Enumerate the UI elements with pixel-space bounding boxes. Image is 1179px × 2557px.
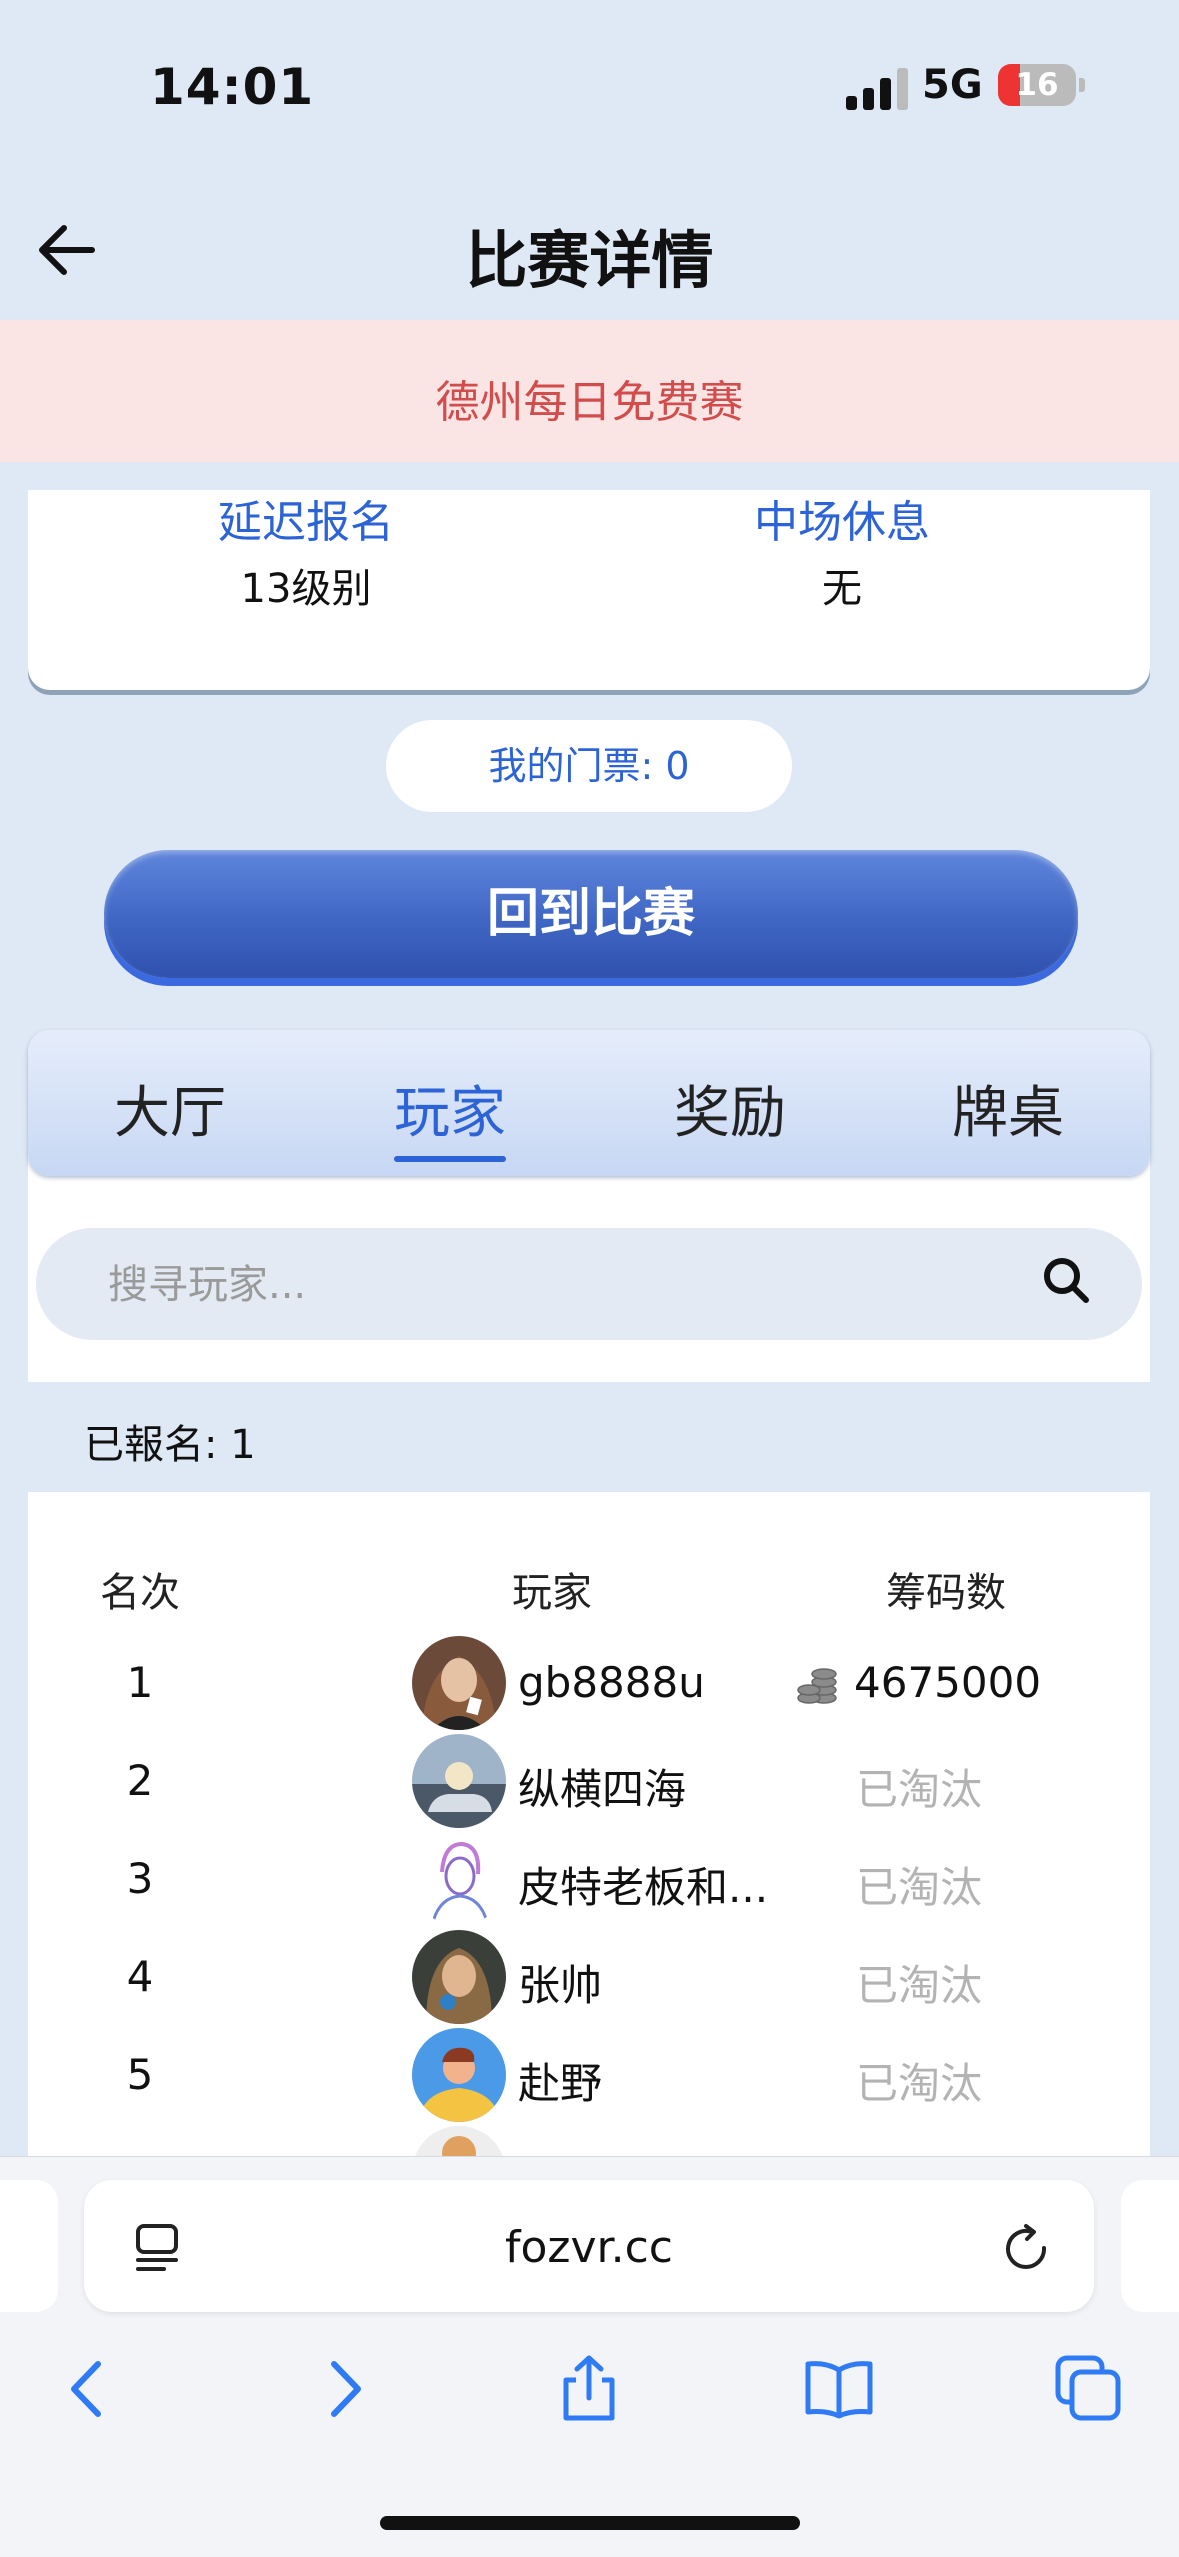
eliminated-status: 已淘汰 [856, 1961, 983, 2010]
chip-stack-icon [797, 1668, 837, 1704]
tab-rewards[interactable]: 奖励 [610, 1068, 850, 1149]
signal-icon [846, 66, 908, 110]
row-rank: 2 [126, 1756, 154, 1805]
break-label: 中场休息 [754, 497, 930, 548]
bookmarks-icon[interactable] [804, 2354, 874, 2424]
active-tab-indicator [394, 1156, 506, 1162]
player-name: 张帅 [518, 1961, 603, 2010]
tabs-icon[interactable] [1054, 2354, 1124, 2424]
table-row[interactable]: 3 皮特老板和... 已淘汰 [0, 1832, 1179, 1928]
battery-icon: 16 [998, 64, 1076, 106]
player-avatar [412, 1734, 506, 1828]
table-row[interactable]: 2 纵横四海 已淘汰 [0, 1734, 1179, 1830]
player-name: 皮特老板和... [518, 1863, 769, 1912]
table-row[interactable]: 4 张帅 已淘汰 [0, 1930, 1179, 2026]
share-icon[interactable] [554, 2354, 624, 2424]
late-registration-label: 延迟报名 [218, 497, 394, 548]
browser-forward-icon[interactable] [308, 2354, 378, 2424]
table-row[interactable]: 5 赴野 已淘汰 [0, 2028, 1179, 2124]
battery-cap [1079, 78, 1085, 92]
table-row[interactable]: 1 gb8888u 4675000 [0, 1636, 1179, 1732]
row-rank: 4 [126, 1952, 154, 2001]
eliminated-status: 已淘汰 [856, 1863, 983, 1912]
column-header-player: 玩家 [512, 1570, 592, 1616]
break-value: 无 [822, 566, 862, 612]
search-icon[interactable] [1040, 1254, 1092, 1306]
player-name: gb8888u [518, 1658, 705, 1707]
tab-tables[interactable]: 牌桌 [888, 1068, 1128, 1149]
status-time: 14:01 [150, 58, 315, 116]
player-name: 纵横四海 [518, 1765, 687, 1814]
player-avatar [412, 2028, 506, 2122]
url-text: fozvr.cc [505, 2222, 673, 2273]
page-title: 比赛详情 [465, 224, 714, 297]
eliminated-status: 已淘汰 [856, 1765, 983, 1814]
search-input[interactable] [106, 1228, 1010, 1342]
previous-tab-card[interactable] [0, 2180, 58, 2312]
eliminated-status: 已淘汰 [856, 2059, 983, 2108]
reload-icon[interactable] [1000, 2222, 1056, 2278]
tab-players[interactable]: 玩家 [330, 1068, 570, 1149]
row-rank: 3 [126, 1854, 154, 1903]
column-header-rank: 名次 [100, 1570, 180, 1616]
chip-count: 4675000 [854, 1658, 1042, 1707]
registered-count: 已報名: 1 [84, 1422, 256, 1468]
player-name: 赴野 [518, 2059, 603, 2108]
network-label: 5G [922, 62, 983, 108]
row-rank: 5 [126, 2050, 154, 2099]
home-indicator [380, 2516, 800, 2530]
my-tickets-pill: 我的门票: 0 [386, 720, 792, 812]
player-avatar [412, 1930, 506, 2024]
event-name: 德州每日免费赛 [435, 377, 744, 428]
back-to-game-button[interactable]: 回到比赛 [104, 850, 1078, 978]
browser-back-icon[interactable] [54, 2354, 124, 2424]
battery-level: 16 [1015, 67, 1059, 103]
next-tab-card[interactable] [1121, 2180, 1179, 2312]
player-avatar [412, 1636, 506, 1730]
column-header-chips: 筹码数 [886, 1570, 1006, 1616]
late-registration-value: 13级别 [240, 566, 372, 612]
tab-lobby[interactable]: 大厅 [50, 1068, 290, 1149]
search-bar [36, 1228, 1142, 1342]
player-avatar [412, 1832, 506, 1926]
row-rank: 1 [126, 1658, 154, 1707]
